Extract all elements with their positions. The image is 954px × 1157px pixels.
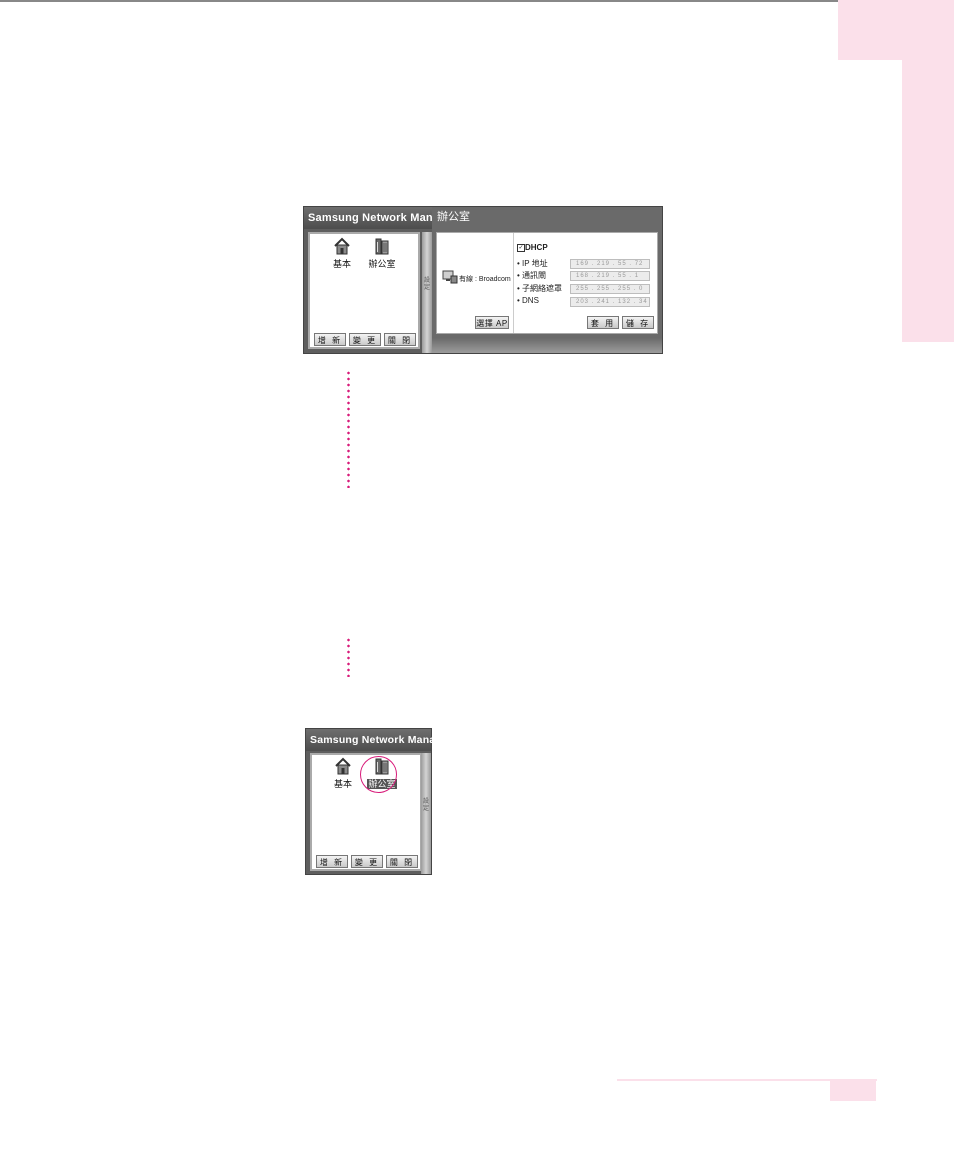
apply-button[interactable]: 套 用 <box>587 316 619 329</box>
settings-title: 辦公室 <box>437 211 470 223</box>
close-button[interactable]: 關 閉 <box>384 333 416 346</box>
pane-bottom-bevel <box>432 338 662 353</box>
profile-basic[interactable]: 基本 <box>326 757 360 790</box>
chapter-tab <box>902 60 954 342</box>
house-icon <box>335 757 351 775</box>
dhcp-checkbox[interactable]: ✓DHCP <box>517 243 548 252</box>
dns-field[interactable]: 203 . 241 . 132 . 34 <box>570 297 650 307</box>
window-title: Samsung Network Manager <box>306 729 452 751</box>
office-settings-pane: 辦公室 有線 : Broadcom 選擇 AP ✓DHCP • IP 地址 16… <box>432 207 662 353</box>
new-button[interactable]: 增 新 <box>314 333 346 346</box>
adapter-panel: 有線 : Broadcom 選擇 AP <box>437 233 514 333</box>
select-ap-button[interactable]: 選擇 AP <box>475 316 509 329</box>
window-title: Samsung Network Manager <box>304 207 457 229</box>
settings-body: 有線 : Broadcom 選擇 AP ✓DHCP • IP 地址 169 . … <box>436 232 658 334</box>
profile-basic[interactable]: 基本 <box>325 237 359 270</box>
collapse-strip[interactable]: 設定 <box>421 753 431 874</box>
gateway-field[interactable]: 168 . 219 . 55 . 1 <box>570 271 650 281</box>
change-button[interactable]: 變 更 <box>351 855 383 868</box>
dns-label: • DNS <box>517 296 539 305</box>
subnet-mask-field[interactable]: 255 . 255 . 255 . 0 <box>570 284 650 294</box>
house-icon <box>334 237 350 255</box>
ip-address-field[interactable]: 169 . 219 . 55 . 72 <box>570 259 650 269</box>
collapse-strip-label: 設定 <box>423 278 430 291</box>
callout-dots-1 <box>347 370 350 488</box>
network-manager-window-compact: Samsung Network Manager 基本 辦公室 增 新 變 更 關… <box>306 729 452 874</box>
change-button[interactable]: 變 更 <box>349 333 381 346</box>
ip-address-label: • IP 地址 <box>517 259 548 268</box>
profile-list: 基本 辦公室 增 新 變 更 關 閉 <box>308 232 420 349</box>
top-rule <box>0 0 954 2</box>
profile-pane: Samsung Network Manager 基本 辦公室 增 新 變 更 關… <box>304 207 457 353</box>
adapter-label: 有線 : Broadcom <box>459 276 511 283</box>
checkbox-checked-icon: ✓ <box>517 243 525 252</box>
dhcp-label: DHCP <box>525 243 548 252</box>
profile-label: 基本 <box>332 259 351 269</box>
chapter-tab-top <box>838 0 954 60</box>
profile-label: 基本 <box>333 779 352 789</box>
selection-highlight-circle <box>360 756 397 793</box>
new-button[interactable]: 增 新 <box>316 855 348 868</box>
subnet-mask-label: • 子網絡遮罩 <box>517 284 563 293</box>
save-button[interactable]: 儲 存 <box>622 316 654 329</box>
profile-office[interactable]: 辦公室 <box>362 237 402 270</box>
network-manager-window-full: Samsung Network Manager 基本 辦公室 增 新 變 更 關… <box>304 207 662 353</box>
page-number-box <box>830 1081 876 1101</box>
callout-dots-2 <box>347 637 350 677</box>
office-building-icon <box>375 238 389 255</box>
network-adapter-icon <box>442 270 458 284</box>
close-button[interactable]: 關 閉 <box>386 855 418 868</box>
collapse-strip[interactable]: 設定 <box>422 232 432 353</box>
profile-label: 辦公室 <box>368 259 396 269</box>
collapse-strip-label: 設定 <box>422 799 429 812</box>
gateway-label: • 通訊閘 <box>517 271 547 280</box>
